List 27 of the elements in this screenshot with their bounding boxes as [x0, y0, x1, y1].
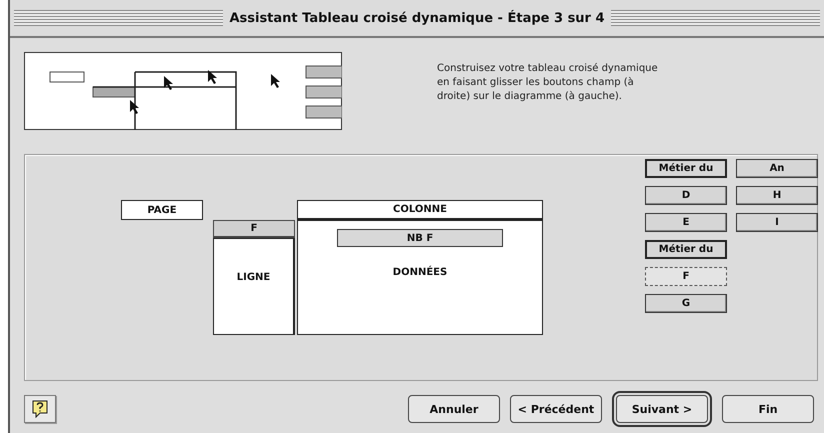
cursor-icon [164, 76, 173, 90]
column-area[interactable]: COLONNE [297, 200, 543, 220]
instructions-text: Construisez votre tableau croisé dynamique en faisant glisser les boutons champ (à droite) sur le diagramme (à gauche). [437, 62, 658, 104]
cursor-icon [130, 100, 139, 114]
dialog-button[interactable]: Annuler [408, 395, 500, 423]
field-button[interactable]: F [645, 267, 727, 286]
cursor-icon [208, 70, 217, 84]
field-button[interactable]: G [645, 294, 727, 313]
data-area[interactable]: NB F DONNÉES [297, 220, 543, 335]
field-button[interactable]: D [645, 186, 727, 205]
data-field-button[interactable]: NB F [337, 229, 503, 247]
field-button[interactable]: Métier du [645, 159, 727, 178]
dialog-button[interactable]: Fin [722, 395, 814, 423]
field-button[interactable]: Métier du [645, 240, 727, 259]
data-label: DONNÉES [392, 267, 448, 278]
window-title: Assistant Tableau croisé dynamique - Étape 3 sur 4 [229, 10, 605, 26]
dialog-button[interactable]: < Précédent [510, 395, 602, 423]
cursor-icon [271, 74, 280, 88]
page-area[interactable]: PAGE [121, 200, 203, 220]
help-icon [32, 400, 48, 418]
field-button[interactable]: H [736, 186, 818, 205]
row-field-button[interactable]: F [213, 220, 295, 238]
field-button[interactable]: E [645, 213, 727, 232]
field-button[interactable]: An [736, 159, 818, 178]
field-button[interactable]: I [736, 213, 818, 232]
help-button[interactable] [24, 395, 56, 423]
row-area[interactable]: LIGNE [213, 238, 295, 335]
